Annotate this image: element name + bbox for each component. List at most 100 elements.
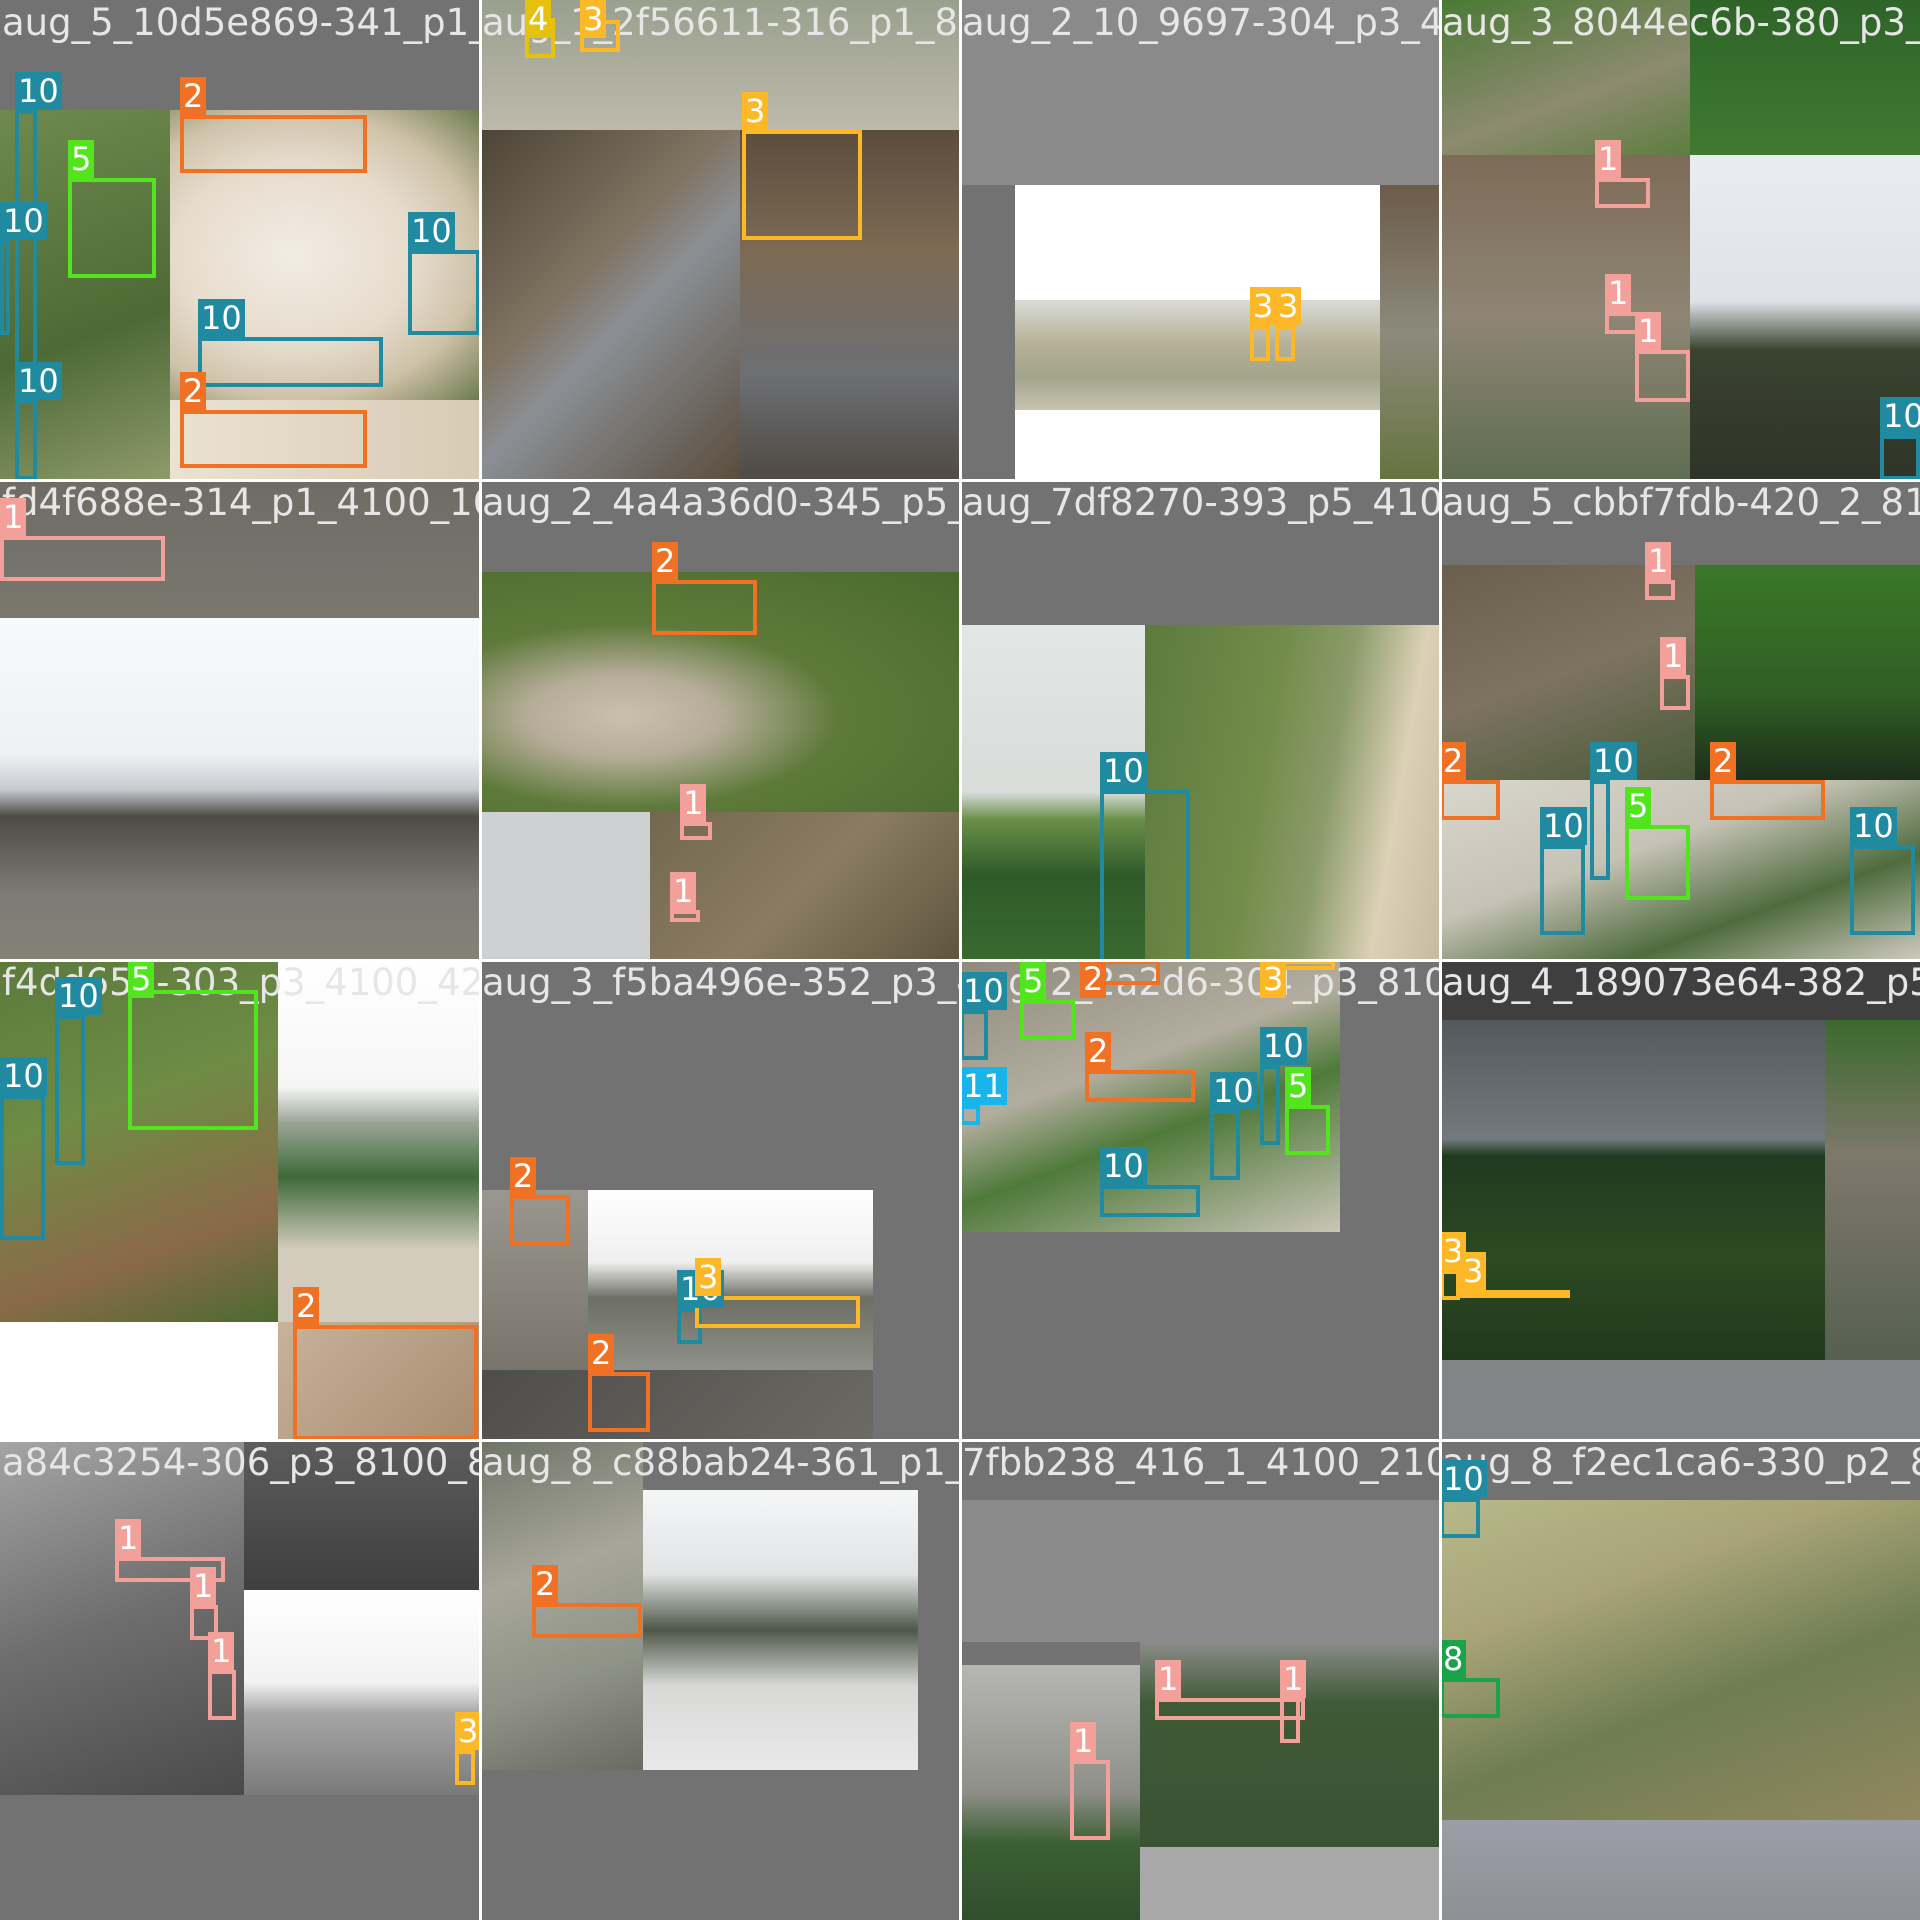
detection-class-label: 5 xyxy=(1285,1067,1312,1105)
detection-box xyxy=(1660,675,1690,710)
tile-filename: aug_3_f5ba496e-352_p3_4100 xyxy=(482,961,960,1004)
tile-image xyxy=(1380,185,1440,480)
mosaic-tile: 7fbb238_416_1_4100_210 1 1 1 xyxy=(960,1440,1440,1920)
detection-class-label: 2 xyxy=(532,1565,559,1603)
detection-box xyxy=(588,1372,650,1432)
tile-filename: a84c3254-306_p3_8100_82 xyxy=(2,1441,480,1484)
detection-class-label: 2 xyxy=(652,542,679,580)
detection-class-label: 2 xyxy=(1710,742,1737,780)
detection-box xyxy=(1280,1698,1300,1743)
mosaic-tile: aug_7df8270-393_p5_4100_210 10510 xyxy=(960,480,1440,960)
detection-class-label: 10 xyxy=(0,202,47,240)
detection-box xyxy=(198,337,383,387)
detection-class-label: 2 xyxy=(293,1287,320,1325)
detection-class-label: 1 xyxy=(1155,1660,1182,1698)
mosaic-tile: aug_4_189073e64-382_p5_4100 33 xyxy=(1440,960,1920,1440)
detection-class-label: 10 xyxy=(15,362,62,400)
detection-class-label: 10 xyxy=(15,72,62,110)
detection-class-label: 2 xyxy=(588,1334,615,1372)
detection-box xyxy=(0,1095,45,1240)
tile-filename: 7fbb238_416_1_4100_210 xyxy=(962,1441,1440,1484)
detection-box xyxy=(1590,780,1610,880)
mosaic-tile: a84c3254-306_p3_8100_82 1 1 1 3 xyxy=(0,1440,480,1920)
detection-box xyxy=(1880,435,1920,480)
detection-class-label: 1 xyxy=(190,1567,217,1605)
detection-box xyxy=(652,580,757,635)
detection-box xyxy=(1260,1065,1280,1145)
detection-class-label: 3 xyxy=(580,0,607,38)
mosaic-tile: aug_8_f2ec1ca6-330_p2_81 10 8 xyxy=(1440,1440,1920,1920)
detection-class-label: 10 xyxy=(1590,742,1637,780)
detection-class-label: 10 xyxy=(1100,752,1147,790)
mosaic-tile: aug_3_f5ba496e-352_p3_4100 21023 xyxy=(480,960,960,1440)
detection-box xyxy=(1210,1110,1240,1180)
detection-class-label: 3 xyxy=(742,92,769,130)
detection-box xyxy=(15,400,37,480)
detection-class-label: 1 xyxy=(1635,312,1662,350)
detection-class-label: 2 xyxy=(1085,1032,1112,1070)
detection-box xyxy=(0,240,10,335)
tile-filename: fd4f688e-314_p1_4100_162 xyxy=(2,481,480,524)
detection-class-label: 2 xyxy=(180,77,207,115)
detection-box xyxy=(1100,790,1190,960)
detection-box xyxy=(128,990,258,1130)
mosaic-tile: aug_5_10d5e869-341_p1_8100 1052101010210 xyxy=(0,0,480,480)
detection-box xyxy=(960,1105,980,1125)
detection-class-label: 2 xyxy=(510,1157,537,1195)
detection-class-label: 1 xyxy=(115,1519,142,1557)
detection-box xyxy=(510,1195,570,1245)
detection-class-label: 1 xyxy=(1280,1660,1307,1698)
detection-box xyxy=(1595,178,1650,208)
detection-box xyxy=(1440,780,1500,820)
tile-image xyxy=(1440,1360,1920,1440)
mosaic-tile: aug_2_2a2d6-304_p3_8100 10 5 2 3 11 2 10 5 10 10 xyxy=(960,960,1440,1440)
tile-image xyxy=(1440,1020,1825,1360)
tile-image xyxy=(643,1490,918,1770)
tile-filename: aug_2_10_9697-304_p3_4100 xyxy=(962,1,1440,44)
detection-class-label: 10 xyxy=(0,1057,47,1095)
tile-image xyxy=(1440,1500,1920,1820)
detection-class-label: 1 xyxy=(680,784,707,822)
detection-class-label: 10 xyxy=(1100,1147,1147,1185)
tile-image xyxy=(480,812,650,960)
detection-class-label: 11 xyxy=(960,1067,1007,1105)
detection-box xyxy=(670,910,700,922)
detection-class-label: 10 xyxy=(1210,1072,1257,1110)
detection-box xyxy=(180,115,367,173)
detection-class-label: 2 xyxy=(180,372,207,410)
tile-image xyxy=(588,1190,873,1370)
tile-image xyxy=(278,960,480,1322)
tile-divider xyxy=(0,1439,1920,1442)
detection-box xyxy=(742,130,862,240)
tile-filename: aug_8_c88bab24-361_p1_8100 xyxy=(482,1441,960,1484)
detection-class-label: 10 xyxy=(960,972,1007,1010)
detection-box xyxy=(1440,1678,1500,1718)
mosaic-tile: aug_2_4a4a36d0-345_p5_8100 2 1 1 xyxy=(480,480,960,960)
detection-class-label: 1 xyxy=(1660,637,1687,675)
detection-class-label: 1 xyxy=(0,498,27,536)
detection-box xyxy=(1440,1498,1480,1538)
detection-class-label: 10 xyxy=(55,977,102,1015)
detection-box xyxy=(960,1010,988,1060)
detection-box xyxy=(1645,580,1675,600)
detection-class-label: 4 xyxy=(525,0,552,38)
detection-box xyxy=(1070,1760,1110,1840)
tile-image xyxy=(960,1665,1140,1920)
tile-image xyxy=(1015,300,1380,410)
detection-box xyxy=(55,1015,85,1165)
tile-filename: aug_7df8270-393_p5_4100_210 xyxy=(962,481,1440,524)
tile-image xyxy=(480,1370,873,1440)
detection-class-label: 1 xyxy=(208,1632,235,1670)
detection-class-label: 1 xyxy=(1645,542,1672,580)
detection-box xyxy=(1540,845,1585,935)
detection-class-label: 1 xyxy=(670,872,697,910)
tile-filename: aug_8_f2ec1ca6-330_p2_81 xyxy=(1442,1441,1920,1484)
detection-class-label: 3 xyxy=(695,1258,722,1296)
detection-class-label: 2 xyxy=(1440,742,1467,780)
detection-box xyxy=(0,536,165,581)
detection-box xyxy=(1635,350,1690,402)
tile-filename: aug_2_4a4a36d0-345_p5_8100 xyxy=(482,481,960,524)
detection-class-label: 10 xyxy=(1440,1460,1487,1498)
detection-class-label: 3 xyxy=(1460,1252,1487,1290)
tile-image xyxy=(960,1500,1440,1642)
